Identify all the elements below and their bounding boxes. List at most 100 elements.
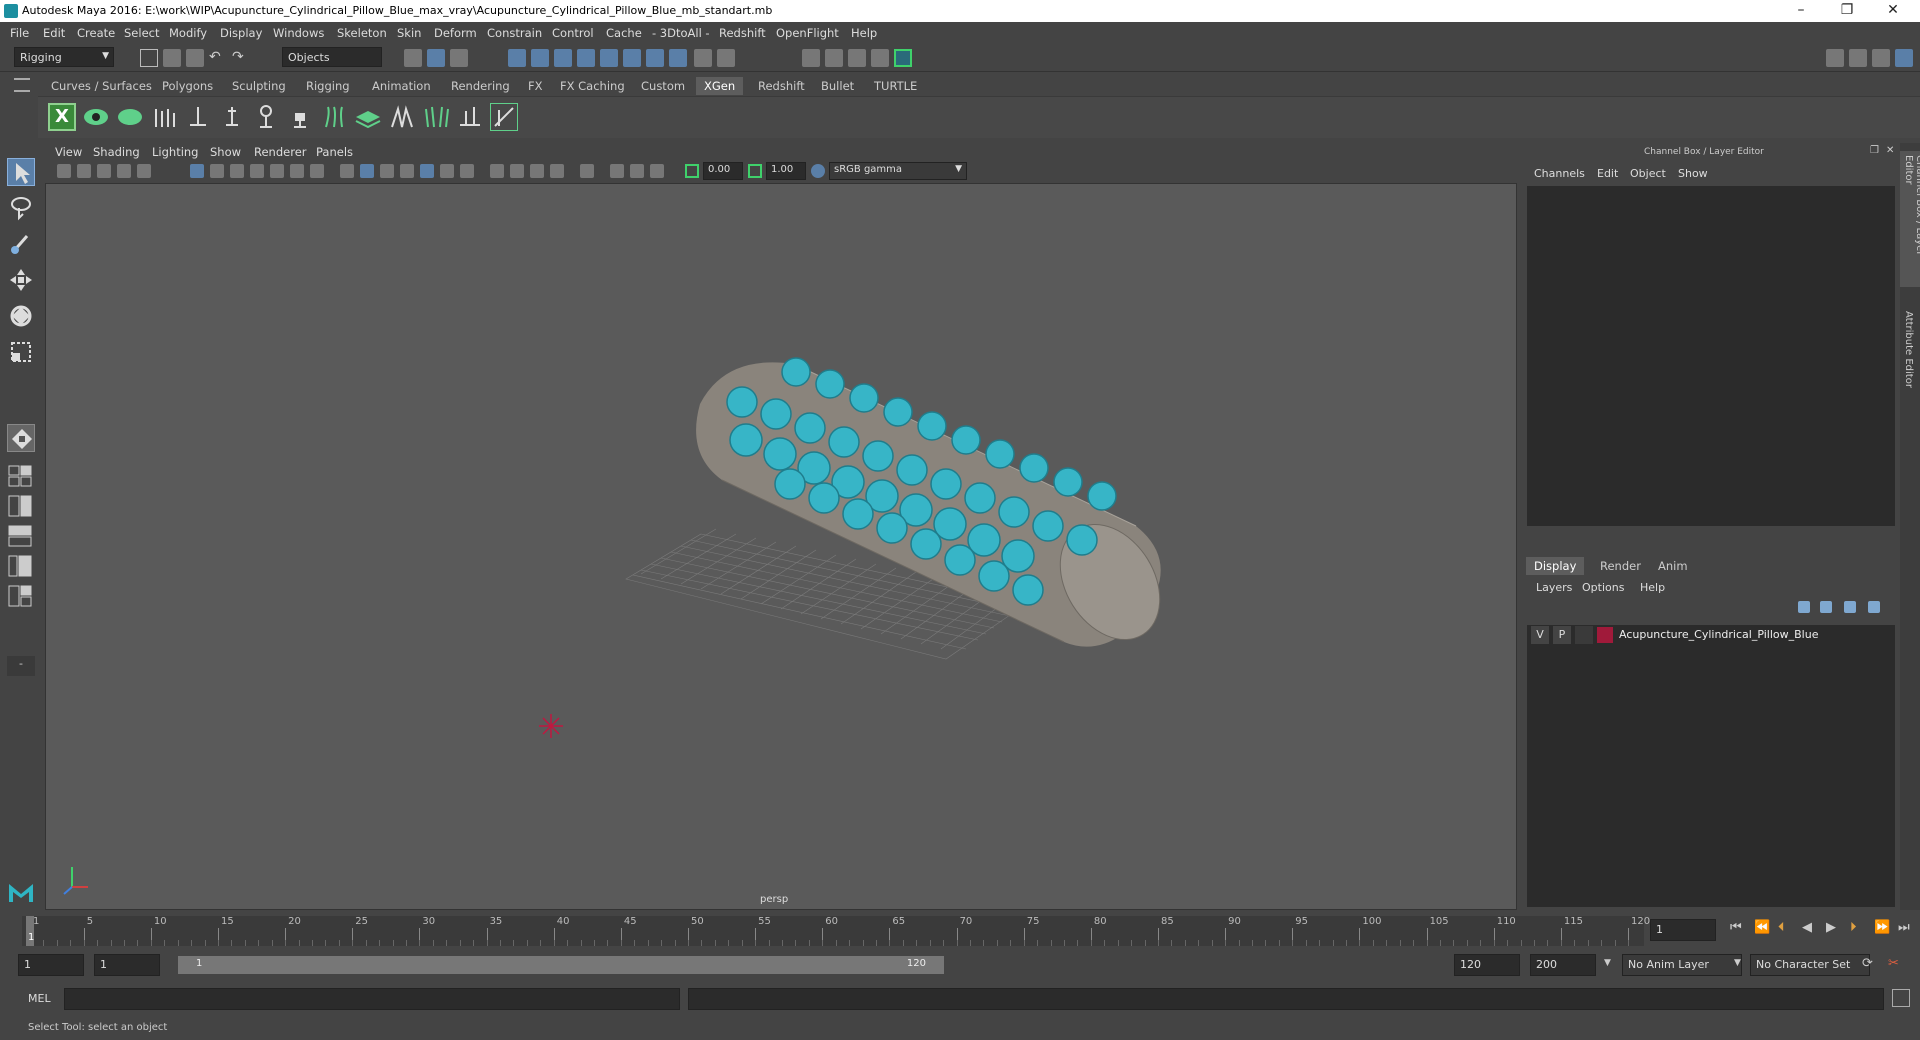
chevron-down-icon[interactable]: ▼ (1604, 958, 1611, 968)
new-scene-icon[interactable] (140, 49, 158, 67)
shelf-tab-rendering[interactable]: Rendering (443, 77, 518, 95)
xgen-create-description-icon[interactable] (116, 103, 144, 131)
layout-two-view-icon[interactable] (7, 494, 35, 518)
shelf-tab-sculpting[interactable]: Sculpting (224, 77, 294, 95)
camera-attributes-icon[interactable] (57, 164, 71, 178)
menu-file[interactable]: File (10, 26, 29, 40)
field-chart-icon[interactable] (270, 164, 284, 178)
redo-icon[interactable]: ↷ (232, 49, 250, 67)
minimize-button[interactable]: – (1778, 0, 1824, 22)
step-back-key-icon[interactable]: ⏪ (1754, 920, 1770, 935)
shelf-tab-polygons[interactable]: Polygons (154, 77, 221, 95)
last-tool-icon[interactable] (7, 424, 35, 452)
select-tool-icon[interactable] (7, 158, 35, 186)
layer-help-menu[interactable]: Help (1640, 581, 1665, 594)
motion-blur-icon[interactable] (610, 164, 624, 178)
xray-joints-icon[interactable] (510, 164, 524, 178)
layer-tab-render[interactable]: Render (1592, 557, 1649, 575)
mode-selector[interactable]: Rigging ▼ (14, 47, 114, 67)
xgen-lock-guides-icon[interactable] (286, 103, 314, 131)
start-time-field[interactable]: 1 (18, 954, 84, 976)
render-current-icon[interactable] (825, 49, 843, 67)
animation-preferences-icon[interactable]: ✂ (1888, 956, 1899, 971)
wireframe-on-shaded-icon[interactable] (400, 164, 414, 178)
xgen-layer-icon[interactable] (354, 103, 382, 131)
shelf-tab-curves-surfaces[interactable]: Curves / Surfaces (43, 77, 160, 95)
anti-aliasing-icon[interactable] (630, 164, 644, 178)
time-slider-track[interactable]: 1 5 10 15 20 25 30 35 40 45 50 55 60 65 70 75 80 85 90 95 10… (22, 916, 1650, 946)
snap-live-icon[interactable] (600, 49, 618, 67)
layout-outliner-icon[interactable] (7, 554, 35, 578)
xgen-sculpt-guides-icon[interactable] (218, 103, 246, 131)
shelf-tab-custom[interactable]: Custom (633, 77, 693, 95)
snap-plane-icon[interactable] (623, 49, 641, 67)
backface-culling-icon[interactable] (530, 164, 544, 178)
layer-name[interactable]: Acupuncture_Cylindrical_Pillow_Blue (1619, 628, 1818, 641)
shelf-tab-animation[interactable]: Animation (364, 77, 439, 95)
open-scene-icon[interactable] (163, 49, 181, 67)
panel-menu-show[interactable]: Show (210, 145, 241, 159)
xgen-guides-to-curves-icon[interactable] (320, 103, 348, 131)
move-tool-icon[interactable] (7, 266, 35, 294)
menu-windows[interactable]: Windows (273, 26, 324, 40)
ambient-occlusion-icon[interactable] (550, 164, 564, 178)
modeling-toolkit-icon[interactable] (1826, 49, 1844, 67)
safe-title-icon[interactable] (310, 164, 324, 178)
anim-start-field[interactable]: 1 (94, 954, 160, 976)
resolution-gate-icon[interactable] (230, 164, 244, 178)
channel-box-content[interactable] (1527, 186, 1895, 526)
float-panel-icon[interactable]: ❐ (1870, 145, 1879, 156)
shadows-icon[interactable] (460, 164, 474, 178)
menu-create[interactable]: Create (77, 26, 115, 40)
menu-skeleton[interactable]: Skeleton (337, 26, 387, 40)
image-plane-icon[interactable] (97, 164, 111, 178)
menu-modify[interactable]: Modify (169, 26, 207, 40)
select-component-icon[interactable] (450, 49, 468, 67)
layer-options-menu[interactable]: Options (1582, 581, 1624, 594)
play-backwards-icon[interactable]: ◀ (1802, 920, 1812, 935)
move-layer-up-icon[interactable] (1798, 601, 1810, 613)
end-time-field[interactable]: 200 (1530, 954, 1596, 976)
anim-end-field[interactable]: 120 (1454, 954, 1520, 976)
undo-icon[interactable]: ↶ (209, 49, 227, 67)
color-management-icon[interactable] (811, 164, 825, 178)
xgen-add-guides-icon[interactable] (184, 103, 212, 131)
panel-menu-view[interactable]: View (55, 145, 82, 159)
layer-tab-display[interactable]: Display (1526, 557, 1585, 575)
snap-curve-icon[interactable] (531, 49, 549, 67)
shelf-tab-bullet[interactable]: Bullet (813, 77, 862, 95)
play-forwards-icon[interactable]: ▶ (1826, 920, 1836, 935)
2d-pan-zoom-icon[interactable] (117, 164, 131, 178)
layer-visibility-toggle[interactable]: V (1531, 626, 1549, 644)
gamma-icon[interactable] (748, 164, 762, 178)
xgen-toggle-icon[interactable] (490, 103, 518, 131)
new-layer-icon[interactable] (1844, 601, 1856, 613)
character-set-select[interactable]: No Character Set (1750, 954, 1870, 976)
viewport-persp[interactable]: persp (45, 183, 1517, 910)
menu-edit[interactable]: Edit (43, 26, 65, 40)
panel-menu-renderer[interactable]: Renderer (254, 145, 307, 159)
cb-edit-menu[interactable]: Edit (1597, 167, 1618, 180)
layout-four-view-icon[interactable] (7, 464, 35, 488)
step-forward-key-icon[interactable]: ⏩ (1874, 920, 1890, 935)
menu-cache[interactable]: Cache (606, 26, 642, 40)
xgen-guide-length-icon[interactable] (252, 103, 280, 131)
auto-key-icon[interactable]: ⟳ (1862, 956, 1873, 971)
exposure-field[interactable]: 0.00 (703, 162, 743, 180)
selection-mode-selector[interactable]: Objects (282, 47, 382, 67)
cb-show-menu[interactable]: Show (1678, 167, 1708, 180)
range-slider[interactable]: 1 120 (178, 956, 944, 974)
use-all-lights-icon[interactable] (440, 164, 454, 178)
isolate-select-icon[interactable] (580, 164, 594, 178)
menu-constrain[interactable]: Constrain (487, 26, 542, 40)
use-default-material-icon[interactable] (380, 164, 394, 178)
shelf-tab-fx-caching[interactable]: FX Caching (552, 77, 633, 95)
cmd-language-label[interactable]: MEL (28, 992, 51, 1005)
attribute-editor-toggle-icon[interactable] (1849, 49, 1867, 67)
cb-object-menu[interactable]: Object (1630, 167, 1666, 180)
render-view-icon[interactable] (802, 49, 820, 67)
grid-toggle-icon[interactable] (190, 164, 204, 178)
camera-bookmarks-icon[interactable] (77, 164, 91, 178)
menu-control[interactable]: Control (552, 26, 594, 40)
scale-tool-icon[interactable] (7, 338, 35, 366)
